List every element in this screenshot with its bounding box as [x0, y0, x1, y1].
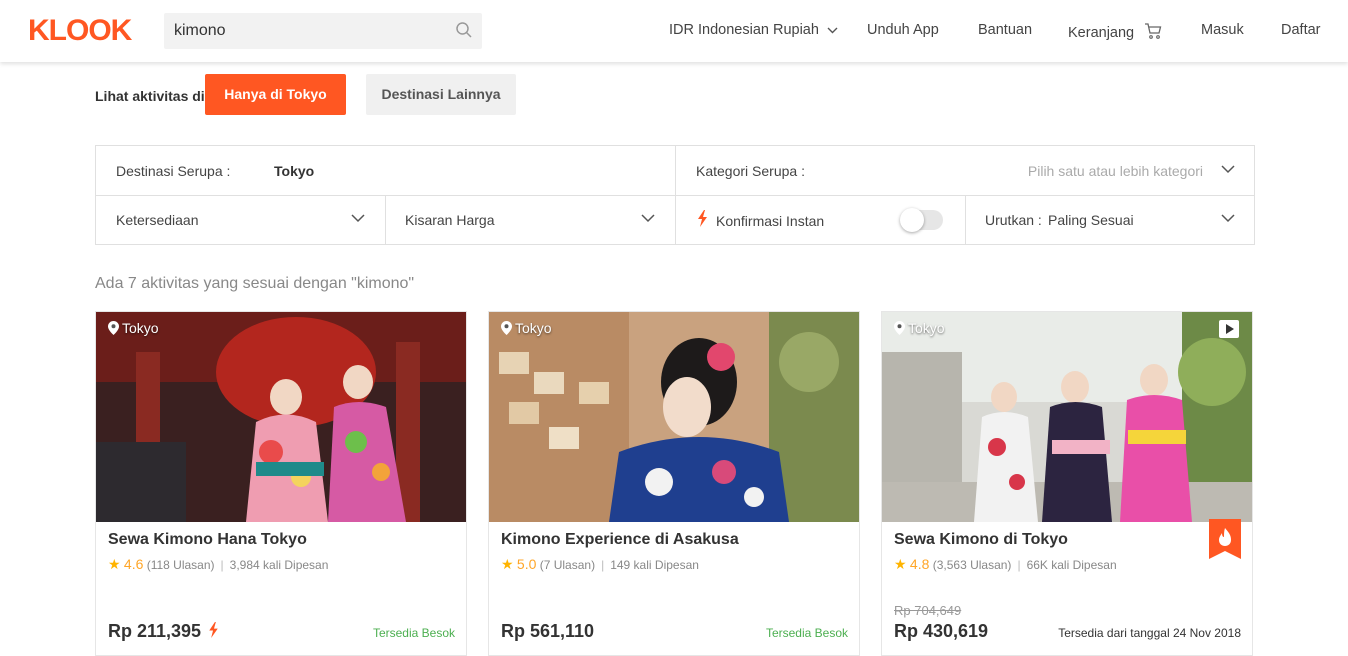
only-tokyo-button[interactable]: Hanya di Tokyo — [205, 74, 346, 115]
filter-panel: Destinasi Serupa : Tokyo Kategori Serupa… — [95, 145, 1255, 245]
price-value: Rp 430,619 — [894, 621, 989, 641]
original-price: Rp 704,649 — [894, 603, 962, 618]
activity-card[interactable]: Tokyo Kimono Experience di Asakusa ★ 5.0… — [488, 311, 860, 656]
availability-label: Tersedia dari tanggal 24 Nov 2018 — [1058, 626, 1241, 640]
rating-score: 4.6 — [123, 556, 144, 572]
location-filter-label: Lihat aktivitas di: — [95, 88, 210, 104]
booked-count: 149 kali Dipesan — [610, 558, 699, 572]
star-icon: ★ — [108, 556, 121, 572]
location-pin-icon — [501, 321, 512, 335]
similar-destinations-value[interactable]: Tokyo — [274, 163, 314, 179]
activity-title[interactable]: Kimono Experience di Asakusa — [501, 531, 739, 549]
similar-categories-label: Kategori Serupa : — [696, 163, 805, 179]
similar-destinations-label: Destinasi Serupa : — [116, 163, 231, 179]
activity-title[interactable]: Sewa Kimono Hana Tokyo — [108, 531, 307, 549]
result-count: Ada 7 aktivitas yang sesuai dengan "kimo… — [95, 275, 415, 292]
divider — [965, 195, 966, 244]
location-pin-icon — [108, 321, 119, 335]
review-count: (3,563 Ulasan) — [932, 558, 1012, 572]
activity-image[interactable]: Tokyo — [882, 312, 1252, 522]
activity-rating: ★ 5.0 (7 Ulasan) | 149 kali Dipesan — [501, 556, 699, 573]
availability-label: Tersedia Besok — [372, 626, 455, 640]
rating-score: 4.8 — [909, 556, 930, 572]
lightning-icon — [209, 622, 218, 638]
location-name: Tokyo — [908, 320, 945, 336]
separator: | — [1017, 558, 1021, 572]
kimono-photo — [489, 312, 859, 522]
kimono-photo — [96, 312, 466, 522]
currency-label: IDR Indonesian Rupiah — [669, 22, 819, 38]
location-name: Tokyo — [122, 320, 159, 336]
location-tag: Tokyo — [108, 320, 159, 336]
cart-label: Keranjang — [1068, 25, 1135, 41]
activity-rating: ★ 4.8 (3,563 Ulasan) | 66K kali Dipesan — [894, 556, 1117, 573]
instant-confirmation-label: Konfirmasi Instan — [716, 213, 825, 229]
search-input[interactable]: kimono — [174, 22, 226, 40]
price-value: Rp 561,110 — [501, 621, 595, 641]
activity-card[interactable]: Tokyo Sewa Kimono di Tokyo ★ 4.8 (3,563 … — [881, 311, 1253, 656]
booked-count: 3,984 kali Dipesan — [229, 558, 329, 572]
price-range-dropdown[interactable]: Kisaran Harga — [405, 212, 495, 228]
download-app-link[interactable]: Unduh App — [867, 22, 939, 38]
video-play-icon[interactable] — [1219, 320, 1239, 338]
help-link[interactable]: Bantuan — [978, 22, 1032, 38]
availability-dropdown[interactable]: Ketersediaan — [116, 212, 199, 228]
activity-rating: ★ 4.6 (118 Ulasan) | 3,984 kali Dipesan — [108, 556, 328, 573]
hot-badge-icon — [1209, 519, 1241, 559]
location-name: Tokyo — [515, 320, 552, 336]
currency-selector[interactable]: IDR Indonesian Rupiah — [669, 22, 838, 38]
activity-price: Rp 430,619 — [894, 621, 988, 642]
klook-logo[interactable]: KLOOK — [28, 14, 132, 48]
separator: | — [220, 558, 224, 572]
other-destinations-button[interactable]: Destinasi Lainnya — [366, 74, 516, 115]
activity-card[interactable]: Tokyo Sewa Kimono Hana Tokyo ★ 4.6 (118 … — [95, 311, 467, 656]
chevron-down-icon[interactable] — [641, 214, 655, 223]
location-pin-icon — [894, 321, 905, 335]
location-tag: Tokyo — [501, 320, 552, 336]
activity-price: Rp 561,110 — [501, 621, 594, 642]
register-link[interactable]: Daftar — [1281, 22, 1321, 38]
sort-dropdown[interactable]: Paling Sesuai — [1048, 212, 1134, 228]
top-header: KLOOK kimono IDR Indonesian Rupiah Unduh… — [0, 0, 1348, 62]
price-value: Rp 211,395 — [108, 621, 202, 641]
activity-price: Rp 211,395 — [108, 621, 219, 642]
login-link[interactable]: Masuk — [1201, 22, 1244, 38]
instant-confirmation-toggle[interactable] — [900, 208, 943, 232]
review-count: (7 Ulasan) — [539, 558, 596, 572]
lightning-icon — [698, 210, 707, 227]
rating-score: 5.0 — [516, 556, 537, 572]
toggle-knob — [900, 208, 924, 232]
availability-label: Tersedia Besok — [765, 626, 848, 640]
cart-link[interactable]: Keranjang — [1068, 22, 1162, 41]
activity-title[interactable]: Sewa Kimono di Tokyo — [894, 531, 1068, 549]
divider — [385, 195, 386, 244]
chevron-down-icon[interactable] — [351, 214, 365, 223]
divider — [675, 146, 676, 244]
review-count: (118 Ulasan) — [146, 558, 215, 572]
booked-count: 66K kali Dipesan — [1026, 558, 1117, 572]
search-icon[interactable] — [455, 21, 473, 39]
cart-icon — [1145, 23, 1162, 39]
chevron-down-icon[interactable] — [1221, 214, 1235, 223]
similar-categories-select[interactable]: Pilih satu atau lebih kategori — [1028, 163, 1203, 179]
separator: | — [601, 558, 605, 572]
kimono-photo — [882, 312, 1252, 522]
chevron-down-icon — [827, 27, 838, 34]
sort-label: Urutkan : — [985, 212, 1042, 228]
activity-image[interactable]: Tokyo — [96, 312, 466, 522]
chevron-down-icon[interactable] — [1221, 165, 1235, 174]
activity-image[interactable]: Tokyo — [489, 312, 859, 522]
star-icon: ★ — [501, 556, 514, 572]
location-tag: Tokyo — [894, 320, 945, 336]
search-box[interactable]: kimono — [164, 13, 482, 49]
star-icon: ★ — [894, 556, 907, 572]
